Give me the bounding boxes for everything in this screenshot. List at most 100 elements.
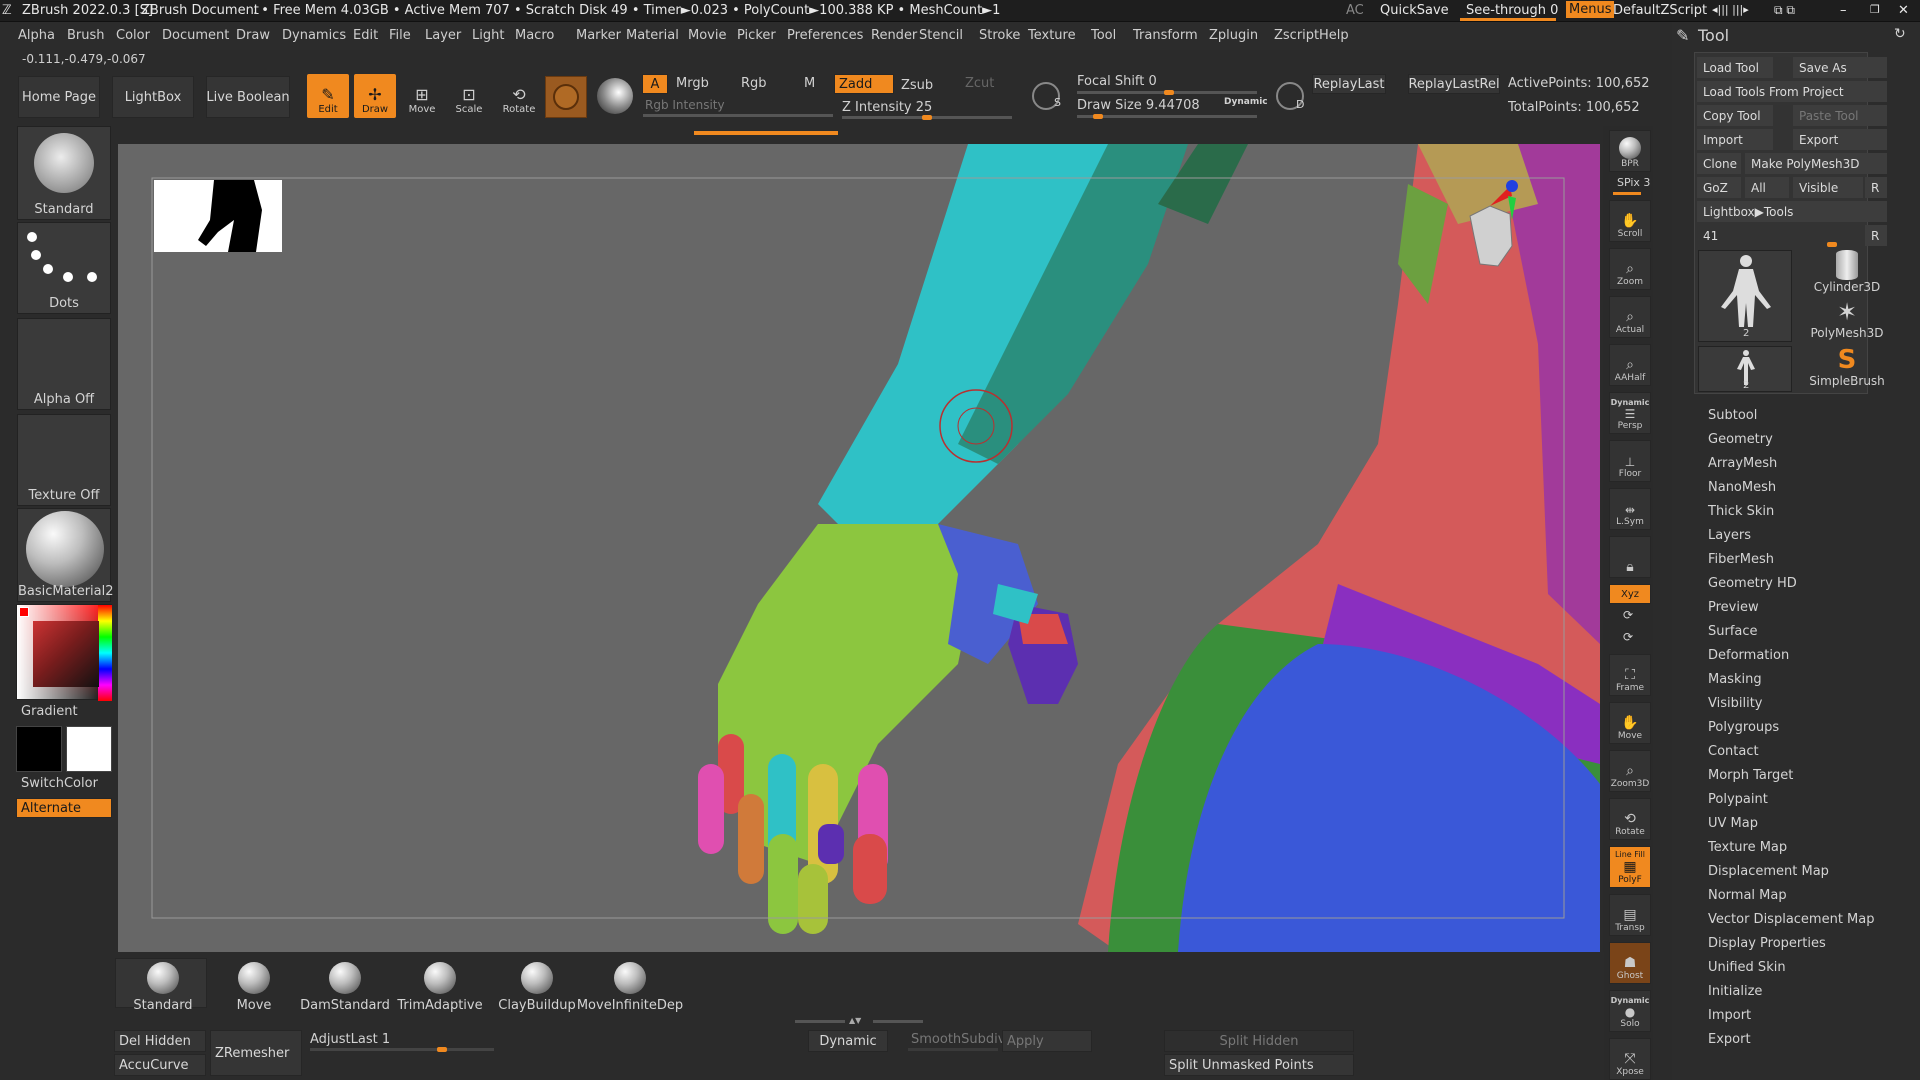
cylinder3d-tool[interactable]: Cylinder3D [1802,250,1892,296]
maximize-icon[interactable]: ❐ [1870,3,1880,16]
transp-button[interactable]: ▤ Transp [1609,894,1651,936]
replay-last-rel-button[interactable]: ReplayLastRel [1408,74,1500,94]
secondary-tool-thumbnail[interactable]: 2 [1698,346,1792,392]
lock-button[interactable]: 🔒︎ [1609,536,1651,578]
brush-slot-claybuildup[interactable]: ClayBuildup [497,962,577,1013]
lightbox-tools-button[interactable]: Lightbox▶Tools [1697,201,1887,222]
draw-size-slider[interactable]: Draw Size 9.44708 [1077,98,1200,113]
tool-menu-geometry[interactable]: Geometry [1708,432,1773,447]
clone-button[interactable]: Clone [1697,153,1741,174]
minimize-icon[interactable]: – [1840,3,1847,18]
del-hidden-button[interactable]: Del Hidden [114,1030,206,1052]
tool-menu-unified-skin[interactable]: Unified Skin [1708,960,1786,975]
rgb-intensity-slider[interactable]: Rgb Intensity [645,98,725,112]
zcut-toggle[interactable]: Zcut [965,76,994,91]
rotate-view-button[interactable]: ⟲ Rotate [1609,798,1651,840]
canvas-viewport[interactable] [118,144,1600,952]
lsym-button[interactable]: ⇹ L.Sym [1609,488,1651,530]
menu-render[interactable]: Render [871,28,917,43]
ghost-button[interactable]: ☗ Ghost [1609,942,1651,984]
scale-mode-button[interactable]: ⊡ Scale [449,76,489,118]
texture-selector[interactable]: Texture Off [17,414,111,506]
xyz-toggle[interactable]: Xyz [1609,584,1651,604]
import-button[interactable]: Import [1697,129,1773,150]
bpr-button[interactable]: BPR [1609,130,1651,172]
primary-color-swatch[interactable] [16,726,62,772]
zremesher-button[interactable]: ZRemesher [210,1030,302,1076]
smooth-subdiv-slider[interactable]: SmoothSubdiv [911,1032,1005,1047]
menu-picker[interactable]: Picker [737,28,776,43]
tool-menu-preview[interactable]: Preview [1708,600,1759,615]
tool-menu-import[interactable]: Import [1708,1008,1751,1023]
brush-slot-damstandard[interactable]: DamStandard [300,962,390,1013]
menu-movie[interactable]: Movie [688,28,726,43]
persp-button[interactable]: Dynamic ☰ Persp [1609,392,1651,434]
secondary-color-swatch[interactable] [66,726,112,772]
polyf-button[interactable]: Line Fill ▦ PolyF [1609,846,1651,888]
tool-menu-thick-skin[interactable]: Thick Skin [1708,504,1774,519]
draw-mode-button[interactable]: ✢ Draw [354,74,396,118]
goz-r-button[interactable]: R [1865,177,1887,198]
gizmo-head-icon[interactable] [1460,176,1520,276]
tool-menu-fibermesh[interactable]: FiberMesh [1708,552,1774,567]
menu-alpha[interactable]: Alpha [18,28,55,43]
tool-menu-uv-map[interactable]: UV Map [1708,816,1758,831]
tool-menu-morph-target[interactable]: Morph Target [1708,768,1793,783]
menu-stroke[interactable]: Stroke [979,28,1020,43]
menu-color[interactable]: Color [116,28,150,43]
menu-draw[interactable]: Draw [236,28,270,43]
rotate-z-icon[interactable]: ⟳ [1623,630,1633,644]
rotate-y-icon[interactable]: ⟳ [1623,608,1633,622]
z-intensity-slider[interactable]: Z Intensity 25 [842,100,932,115]
tool-menu-polypaint[interactable]: Polypaint [1708,792,1768,807]
menu-dynamics[interactable]: Dynamics [282,28,346,43]
apply-button[interactable]: Apply [1002,1030,1092,1052]
refresh-icon[interactable]: ↻ [1894,26,1906,42]
dynamic-subdiv-toggle[interactable]: Dynamic [808,1030,888,1052]
live-boolean-button[interactable]: Live Boolean [206,76,290,118]
home-page-button[interactable]: Home Page [18,76,100,118]
adjust-last-knob[interactable] [437,1047,447,1052]
zoom3d-button[interactable]: ⌕ Zoom3D [1609,750,1651,792]
menu-tool[interactable]: Tool [1091,28,1116,43]
tool-menu-initialize[interactable]: Initialize [1708,984,1762,999]
tool-menu-displacement-map[interactable]: Displacement Map [1708,864,1829,879]
tool-menu-arraymesh[interactable]: ArrayMesh [1708,456,1777,471]
menu-layer[interactable]: Layer [425,28,461,43]
see-through-slider[interactable]: See-through 0 [1466,3,1558,18]
saturation-square[interactable] [33,621,99,687]
matcap-sphere-icon[interactable] [597,78,633,114]
xpose-button[interactable]: ⤧ Xpose [1609,1038,1651,1080]
menu-material[interactable]: Material [626,28,679,43]
zoom-button[interactable]: ⌕ Zoom [1609,248,1651,290]
tool-count-slider[interactable]: 41 [1697,225,1863,246]
tool-menu-contact[interactable]: Contact [1708,744,1759,759]
close-icon[interactable]: ✕ [1898,3,1909,18]
make-polymesh3d-button[interactable]: Make PolyMesh3D [1745,153,1887,174]
tool-menu-geometry-hd[interactable]: Geometry HD [1708,576,1797,591]
split-unmasked-points-button[interactable]: Split Unmasked Points [1164,1054,1354,1076]
tool-menu-nanomesh[interactable]: NanoMesh [1708,480,1776,495]
load-tools-from-project-button[interactable]: Load Tools From Project [1697,81,1887,102]
split-hidden-button[interactable]: Split Hidden [1164,1030,1354,1052]
zadd-toggle[interactable]: Zadd [834,74,894,94]
brush-slot-standard[interactable]: Standard [123,962,203,1013]
tool-menu-subtool[interactable]: Subtool [1708,408,1757,423]
focal-shift-slider[interactable]: Focal Shift 0 [1077,74,1157,89]
actual-button[interactable]: ⌕ Actual [1609,296,1651,338]
gradient-toggle[interactable]: Gradient [21,704,78,719]
rotate-mode-button[interactable]: ⟲ Rotate [499,76,539,118]
layout-icon[interactable]: ⧉ ⧉ [1774,3,1795,18]
dynamic-toggle[interactable]: Dynamic [1224,97,1268,107]
paste-tool-button[interactable]: Paste Tool [1793,105,1887,126]
palette-arrows-icon[interactable]: ◂||| |||▸ [1712,3,1749,16]
menu-marker[interactable]: Marker [576,28,621,43]
stroke-selector[interactable]: Dots [17,222,111,314]
adjust-last-slider[interactable]: AdjustLast 1 [310,1032,390,1047]
bottom-shelf-resize-handle[interactable]: ▲▼ [795,1017,925,1025]
tool-menu-vector-displacement-map[interactable]: Vector Displacement Map [1708,912,1875,927]
current-tool-thumbnail[interactable]: 2 [1698,250,1792,342]
material-swatch-button[interactable] [545,76,587,118]
tool-menu-visibility[interactable]: Visibility [1708,696,1762,711]
frame-button[interactable]: ⛶ Frame [1609,654,1651,696]
